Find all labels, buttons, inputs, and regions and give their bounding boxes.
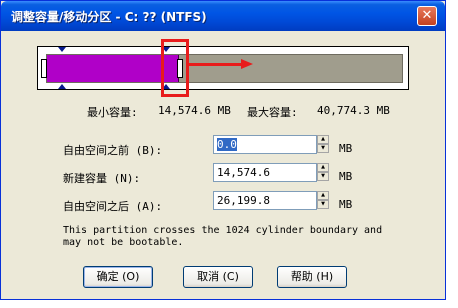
red-arrow-head-icon	[241, 59, 253, 69]
close-button[interactable]: ✕	[417, 6, 437, 26]
free-after-input[interactable]: 26,199.8	[213, 191, 317, 210]
free-before-label: 自由空间之前 (B):	[63, 144, 163, 157]
window-title: 调整容量/移动分区 - C: ?? (NTFS)	[11, 10, 207, 24]
free-after-unit: MB	[339, 198, 353, 211]
spin-down-icon[interactable]: ▼	[317, 200, 329, 209]
new-size-label: 新建容量 (N):	[63, 172, 141, 185]
spin-up-icon[interactable]: ▲	[317, 135, 329, 144]
free-before-input[interactable]: 0.0	[213, 135, 317, 154]
spin-down-icon[interactable]: ▼	[317, 144, 329, 153]
ok-button[interactable]: 确定 (O)	[83, 266, 153, 288]
help-button[interactable]: 帮助 (H)	[277, 266, 347, 288]
partition-bar	[37, 46, 409, 90]
highlight-annotation	[161, 39, 189, 97]
cancel-button[interactable]: 取消 (C)	[183, 266, 253, 288]
left-resize-handle[interactable]	[41, 59, 47, 78]
max-size-label: 最大容量:	[247, 106, 298, 119]
red-arrow-annotation	[187, 63, 245, 66]
boot-warning-text: This partition crosses the 1024 cylinder…	[63, 225, 383, 248]
max-size-value: 40,774.3 MB	[317, 104, 390, 117]
new-size-unit: MB	[339, 170, 353, 183]
new-size-spinner[interactable]: ▲ ▼	[317, 163, 329, 182]
spin-down-icon[interactable]: ▼	[317, 172, 329, 181]
new-size-input[interactable]: 14,574.6	[213, 163, 317, 182]
spin-up-icon[interactable]: ▲	[317, 163, 329, 172]
free-after-spinner[interactable]: ▲ ▼	[317, 191, 329, 210]
title-bar[interactable]: 调整容量/移动分区 - C: ?? (NTFS) ✕	[1, 1, 445, 31]
free-before-spinner[interactable]: ▲ ▼	[317, 135, 329, 154]
min-size-label: 最小容量:	[87, 106, 138, 119]
free-before-unit: MB	[339, 142, 353, 155]
min-size-value: 14,574.6 MB	[158, 104, 231, 117]
partition-used-space[interactable]	[47, 55, 179, 82]
min-marker-top-icon	[58, 47, 66, 52]
resize-partition-dialog: 调整容量/移动分区 - C: ?? (NTFS) ✕ 最小容量: 14,574.…	[0, 0, 446, 300]
min-marker-bottom-icon	[58, 84, 66, 89]
free-after-label: 自由空间之后 (A):	[63, 200, 163, 213]
partition-free-space	[46, 54, 403, 83]
spin-up-icon[interactable]: ▲	[317, 191, 329, 200]
